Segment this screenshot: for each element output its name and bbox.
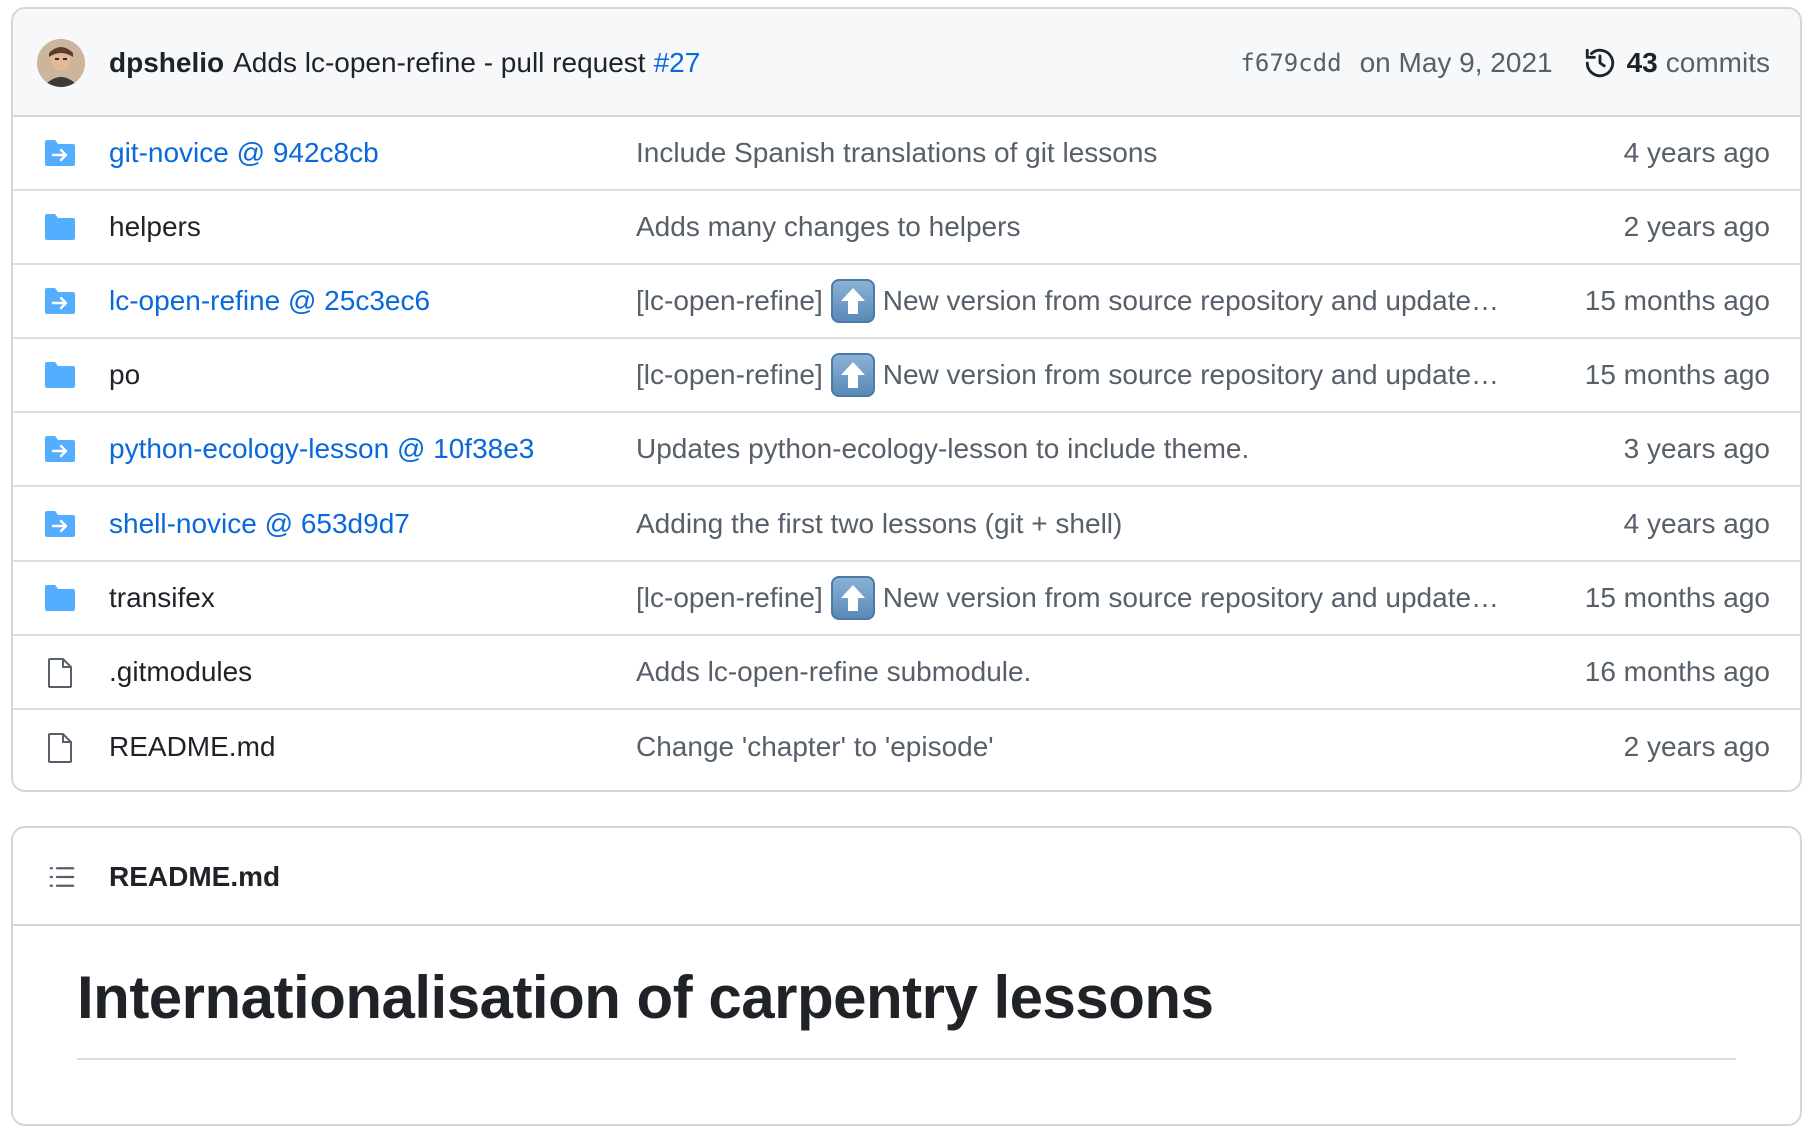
submodule-folder-icon bbox=[43, 138, 77, 168]
file-browser: dpshelio Adds lc-open-refine - pull requ… bbox=[11, 7, 1802, 792]
submodule-folder-icon bbox=[43, 286, 77, 316]
commit-message-link[interactable]: [lc-open-refine] New version from source … bbox=[636, 575, 1500, 620]
commit-message-link[interactable]: Include Spanish translations of git less… bbox=[636, 137, 1157, 169]
heading-divider bbox=[77, 1058, 1736, 1060]
file-name-link[interactable]: shell-novice @ 653d9d7 bbox=[109, 508, 410, 540]
file-name-link[interactable]: po bbox=[109, 359, 140, 391]
commit-age: 4 years ago bbox=[1623, 137, 1770, 169]
file-name-link[interactable]: transifex bbox=[109, 582, 215, 614]
folder-icon bbox=[43, 360, 77, 390]
arrow-up-emoji-icon bbox=[830, 353, 875, 398]
submodule-folder-icon bbox=[43, 509, 77, 539]
file-row[interactable]: helpers Adds many changes to helpers 2 yea… bbox=[13, 191, 1800, 266]
file-row[interactable]: lc-open-refine @ 25c3ec6 [lc-open-refine]… bbox=[13, 265, 1800, 340]
commit-age: 2 years ago bbox=[1623, 211, 1770, 243]
commit-age: 3 years ago bbox=[1623, 433, 1770, 465]
file-row[interactable]: git-novice @ 942c8cb Include Spanish tran… bbox=[13, 117, 1800, 192]
file-name-link[interactable]: README.md bbox=[109, 731, 275, 763]
commit-age: 16 months ago bbox=[1584, 655, 1770, 687]
commit-sha-link[interactable]: f679cdd bbox=[1240, 49, 1341, 77]
commit-age: 15 months ago bbox=[1584, 581, 1770, 613]
pull-request-link[interactable]: #27 bbox=[654, 47, 701, 79]
commits-link[interactable]: commits bbox=[1666, 47, 1770, 79]
table-of-contents-icon[interactable] bbox=[47, 862, 77, 892]
file-row[interactable]: README.md Change 'chapter' to 'episode' 2 … bbox=[13, 710, 1800, 784]
file-row[interactable]: shell-novice @ 653d9d7 Adding the first t… bbox=[13, 487, 1800, 562]
folder-icon bbox=[43, 583, 77, 613]
file-row[interactable]: python-ecology-lesson @ 10f38e3 Updates p… bbox=[13, 413, 1800, 488]
readme-filename[interactable]: README.md bbox=[109, 828, 280, 926]
file-row[interactable]: transifex [lc-open-refine] New version fro… bbox=[13, 562, 1800, 636]
file-name-link[interactable]: git-novice @ 942c8cb bbox=[109, 137, 379, 169]
commit-message-text: New version from source repository and u… bbox=[882, 285, 1500, 317]
author-avatar[interactable] bbox=[37, 39, 85, 87]
readme-heading: Internationalisation of carpentry lesson… bbox=[77, 964, 1214, 1031]
file-name-link[interactable]: helpers bbox=[109, 211, 201, 243]
commit-message-link[interactable]: [lc-open-refine] New version from source … bbox=[636, 353, 1500, 398]
arrow-up-emoji-icon bbox=[830, 575, 875, 620]
latest-commit-bar: dpshelio Adds lc-open-refine - pull requ… bbox=[13, 9, 1800, 117]
commit-author-link[interactable]: dpshelio bbox=[109, 47, 224, 79]
commit-message-link[interactable]: Updates python-ecology-lesson to include… bbox=[636, 433, 1249, 465]
readme-panel: README.md Internationalisation of carpen… bbox=[11, 826, 1802, 1126]
commit-message-link[interactable]: Adding the first two lessons (git + shel… bbox=[636, 508, 1122, 540]
file-name-link[interactable]: .gitmodules bbox=[109, 656, 252, 688]
file-row[interactable]: .gitmodules Adds lc-open-refine submodule… bbox=[13, 636, 1800, 710]
commit-age: 15 months ago bbox=[1584, 359, 1770, 391]
commit-message-link[interactable]: Change 'chapter' to 'episode' bbox=[636, 731, 994, 763]
file-row[interactable]: po [lc-open-refine] New version from sourc… bbox=[13, 339, 1800, 414]
commit-age: 2 years ago bbox=[1623, 730, 1770, 762]
folder-icon bbox=[43, 212, 77, 242]
commit-message-prefix: [lc-open-refine] bbox=[636, 581, 823, 613]
commit-message-prefix: [lc-open-refine] bbox=[636, 359, 823, 391]
commit-message-text: New version from source repository and u… bbox=[882, 581, 1500, 613]
file-name-link[interactable]: lc-open-refine @ 25c3ec6 bbox=[109, 285, 430, 317]
commit-age: 15 months ago bbox=[1584, 285, 1770, 317]
commit-message-text: New version from source repository and u… bbox=[882, 359, 1500, 391]
commit-count[interactable]: 43 bbox=[1627, 47, 1658, 79]
file-list: git-novice @ 942c8cb Include Spanish tran… bbox=[13, 117, 1800, 784]
file-name-link[interactable]: python-ecology-lesson @ 10f38e3 bbox=[109, 433, 534, 465]
commit-date: on May 9, 2021 bbox=[1359, 47, 1553, 78]
commit-age: 4 years ago bbox=[1623, 507, 1770, 539]
commit-message-link[interactable]: Adds lc-open-refine submodule. bbox=[636, 656, 1031, 688]
commit-message-prefix: [lc-open-refine] bbox=[636, 285, 823, 317]
file-icon bbox=[43, 657, 77, 688]
commit-message-link[interactable]: [lc-open-refine] New version from source … bbox=[636, 279, 1500, 324]
commit-message-link[interactable]: Adds many changes to helpers bbox=[636, 211, 1020, 243]
commit-message-link[interactable]: Adds lc-open-refine - pull request bbox=[233, 47, 645, 79]
submodule-folder-icon bbox=[43, 434, 77, 464]
history-icon bbox=[1583, 46, 1617, 80]
arrow-up-emoji-icon bbox=[830, 279, 875, 324]
readme-header: README.md bbox=[13, 828, 1800, 926]
file-icon bbox=[43, 732, 77, 763]
